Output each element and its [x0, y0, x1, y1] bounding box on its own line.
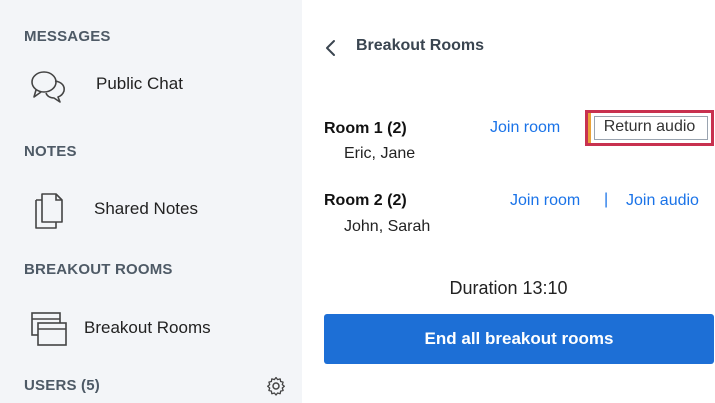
section-title-messages: MESSAGES: [24, 28, 111, 45]
end-all-breakout-rooms-button[interactable]: End all breakout rooms: [324, 314, 714, 364]
section-title-users: USERS (5): [24, 377, 100, 394]
breakout-rooms-panel: Breakout Rooms Room 1 (2) Eric, Jane Joi…: [302, 0, 715, 403]
join-room-link[interactable]: Join room: [490, 119, 560, 137]
link-separator: |: [604, 191, 609, 208]
return-audio-label: Return audio: [603, 118, 696, 135]
panel-title: Breakout Rooms: [356, 37, 485, 54]
sidebar-item-shared-notes[interactable]: Shared Notes: [0, 186, 302, 232]
section-title-notes: NOTES: [24, 143, 77, 160]
room-members: John, Sarah: [344, 218, 431, 235]
sidebar-item-label: Breakout Rooms: [84, 318, 211, 337]
room-name: Room 1 (2): [324, 120, 407, 137]
windows-icon: [30, 311, 70, 349]
gear-icon[interactable]: [266, 376, 286, 396]
return-audio-button[interactable]: Return audio: [585, 110, 714, 146]
sidebar-item-public-chat[interactable]: Public Chat: [0, 61, 302, 107]
document-icon: [28, 192, 68, 230]
room-members: Eric, Jane: [344, 145, 416, 162]
chat-bubbles-icon: [28, 67, 68, 105]
section-title-breakout-rooms: BREAKOUT ROOMS: [24, 261, 173, 278]
sidebar-item-label: Public Chat: [96, 74, 183, 93]
sidebar-item-label: Shared Notes: [94, 199, 198, 218]
duration-text: Duration 13:10: [449, 278, 568, 298]
end-button-label: End all breakout rooms: [424, 329, 614, 348]
sidebar: MESSAGES Public Chat NOTES Shared Notes …: [0, 0, 302, 403]
join-room-link[interactable]: Join room: [510, 192, 580, 210]
chevron-left-icon: [324, 39, 336, 57]
sidebar-item-breakout-rooms[interactable]: Breakout Rooms: [0, 305, 302, 351]
join-audio-link[interactable]: Join audio: [626, 192, 699, 210]
room-name: Room 2 (2): [324, 192, 407, 209]
